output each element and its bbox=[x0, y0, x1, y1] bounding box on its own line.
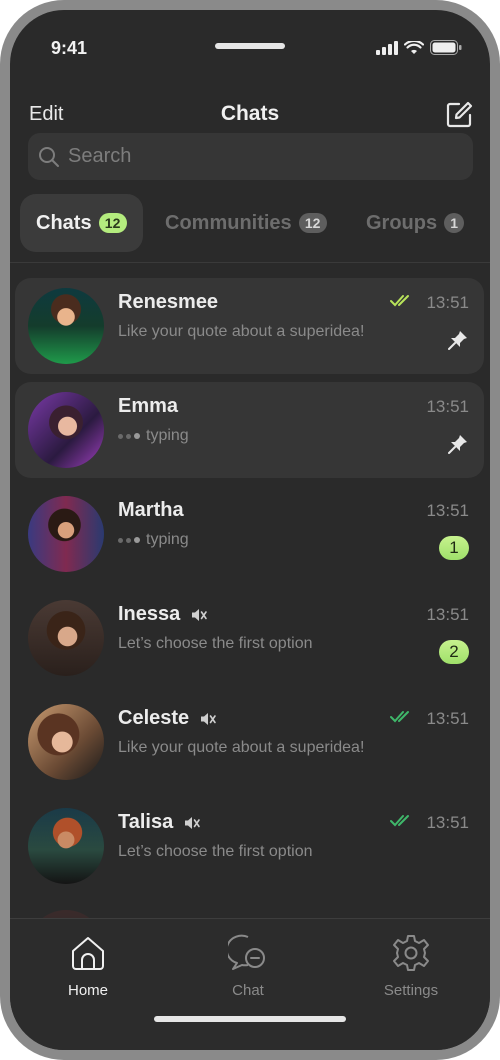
chat-row-renesmee[interactable]: Renesmee Like your quote about a superid… bbox=[15, 278, 484, 374]
tab-label: Groups bbox=[366, 211, 438, 234]
muted-icon bbox=[185, 816, 201, 829]
tab-label: Chats bbox=[36, 211, 92, 234]
chat-time: 13:51 bbox=[426, 605, 469, 624]
tab-count-badge: 12 bbox=[298, 213, 327, 233]
chat-name: Martha bbox=[118, 499, 184, 521]
filter-tabs: Chats 12 Communities 12 Groups 1 bbox=[20, 194, 490, 252]
avatar bbox=[28, 600, 104, 676]
typing-indicator: typing bbox=[118, 427, 189, 445]
compose-icon[interactable] bbox=[444, 100, 474, 130]
status-bar: 9:41 bbox=[10, 10, 490, 80]
phone-frame: 9:41 Edit Chats Search Chats 12 Communit… bbox=[0, 0, 500, 1060]
tabbar-label: Home bbox=[67, 982, 108, 999]
dynamic-island bbox=[215, 43, 285, 49]
search-input[interactable]: Search bbox=[28, 133, 473, 180]
avatar bbox=[28, 392, 104, 468]
tabbar-label: Chat bbox=[232, 982, 264, 999]
unread-badge: 2 bbox=[439, 640, 469, 664]
muted-icon bbox=[192, 608, 208, 621]
battery-icon bbox=[430, 40, 462, 55]
avatar bbox=[28, 808, 104, 884]
signal-icon bbox=[376, 40, 398, 55]
search-icon bbox=[39, 146, 59, 167]
chat-row-talisa[interactable]: Talisa Let’s choose the first option 13:… bbox=[15, 798, 484, 894]
double-check-icon bbox=[390, 295, 409, 307]
chat-preview: Let’s choose the first option bbox=[118, 635, 313, 652]
chat-name: Renesmee bbox=[118, 291, 219, 313]
tabbar-label: Settings bbox=[383, 982, 439, 999]
wifi-icon bbox=[404, 40, 424, 54]
chat-name: Inessa bbox=[118, 603, 208, 626]
avatar bbox=[28, 496, 104, 572]
tab-chats[interactable]: Chats 12 bbox=[20, 194, 143, 252]
chat-time: 13:51 bbox=[426, 813, 469, 832]
pin-icon bbox=[448, 435, 467, 454]
screen: 9:41 Edit Chats Search Chats 12 Communit… bbox=[10, 10, 490, 1050]
avatar bbox=[28, 288, 104, 364]
tab-count-badge: 1 bbox=[444, 213, 465, 233]
pin-icon bbox=[448, 331, 467, 350]
avatar bbox=[28, 704, 104, 780]
typing-dots bbox=[118, 537, 140, 543]
chat-row-martha[interactable]: Martha typing 13:51 1 bbox=[15, 486, 484, 582]
chat-row-emma[interactable]: Emma typing 13:51 bbox=[15, 382, 484, 478]
chat-name: Emma bbox=[118, 395, 179, 417]
tabbar-settings[interactable]: Settings bbox=[361, 933, 461, 999]
chat-preview: Like your quote about a superidea! bbox=[118, 739, 365, 756]
page-title: Chats bbox=[220, 102, 280, 125]
chat-row-celeste[interactable]: Celeste Like your quote about a superide… bbox=[15, 694, 484, 790]
muted-icon bbox=[201, 712, 216, 725]
chat-preview: typing bbox=[146, 531, 189, 548]
typing-dots bbox=[118, 433, 140, 439]
bottom-tab-bar: Home Chat Settings bbox=[10, 918, 490, 1050]
home-icon bbox=[72, 937, 104, 970]
chat-bubble-icon bbox=[225, 934, 265, 970]
chat-time: 13:51 bbox=[426, 293, 469, 312]
tabbar-home[interactable]: Home bbox=[38, 933, 138, 999]
unread-badge: 1 bbox=[439, 536, 469, 560]
double-check-icon bbox=[390, 711, 409, 723]
tab-count-badge: 12 bbox=[98, 213, 127, 233]
home-indicator bbox=[154, 1016, 346, 1022]
chat-preview: Let’s choose the first option bbox=[118, 843, 313, 860]
status-time: 9:41 bbox=[51, 38, 88, 58]
chat-preview: typing bbox=[146, 427, 189, 444]
tabbar-chat[interactable]: Chat bbox=[198, 933, 298, 999]
gear-icon bbox=[393, 935, 429, 971]
divider bbox=[10, 262, 490, 263]
tab-groups[interactable]: Groups 1 bbox=[366, 194, 465, 252]
search-placeholder: Search bbox=[68, 145, 132, 167]
tab-communities[interactable]: Communities 12 bbox=[165, 194, 327, 252]
double-check-icon bbox=[390, 815, 409, 827]
chat-preview: Like your quote about a superidea! bbox=[118, 323, 365, 340]
chat-time: 13:51 bbox=[426, 709, 469, 728]
chat-name: Talisa bbox=[118, 811, 201, 834]
typing-indicator: typing bbox=[118, 531, 189, 549]
chat-time: 13:51 bbox=[426, 397, 469, 416]
chat-name: Celeste bbox=[118, 707, 217, 730]
status-icons bbox=[376, 40, 462, 55]
chat-row-inessa[interactable]: Inessa Let’s choose the first option 13:… bbox=[15, 590, 484, 686]
chat-time: 13:51 bbox=[426, 501, 469, 520]
tab-label: Communities bbox=[165, 211, 292, 234]
